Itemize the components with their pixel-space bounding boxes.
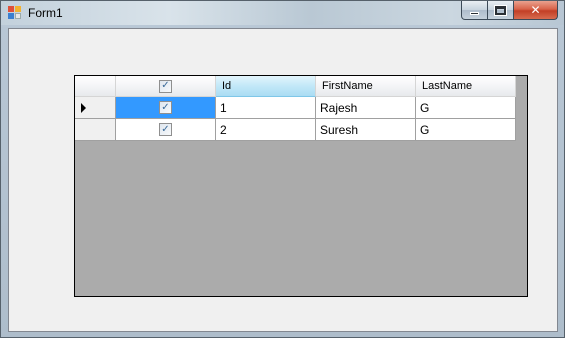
column-header-lastname[interactable]: LastName	[416, 76, 516, 97]
maximize-button[interactable]	[488, 1, 514, 20]
row-header[interactable]	[75, 119, 116, 141]
column-header-id[interactable]: Id	[216, 76, 316, 97]
window-title: Form1	[28, 6, 63, 20]
close-button[interactable]: ✕	[514, 1, 558, 20]
row-checkbox[interactable]: ✓	[159, 101, 172, 114]
check-icon: ✓	[161, 123, 170, 135]
row-header[interactable]	[75, 97, 116, 119]
cell-lastname[interactable]: G	[416, 97, 516, 119]
cell-firstname[interactable]: Rajesh	[316, 97, 416, 119]
check-icon: ✓	[161, 80, 170, 91]
current-row-arrow-icon	[81, 103, 86, 113]
grid-header-row: ✓ Id FirstName LastName	[75, 76, 516, 97]
window-controls: ✕	[461, 1, 558, 20]
select-all-checkbox[interactable]: ✓	[159, 79, 172, 93]
check-icon: ✓	[161, 101, 170, 113]
table-row[interactable]: ✓ 2 Suresh G	[75, 119, 516, 141]
column-header-select[interactable]: ✓	[116, 76, 216, 97]
minimize-icon	[470, 11, 479, 15]
row-select-cell[interactable]: ✓	[116, 119, 216, 141]
close-icon: ✕	[530, 3, 541, 17]
data-grid-view[interactable]: ✓ Id FirstName LastName ✓ 1 Rajesh G ✓ 2…	[74, 75, 528, 297]
minimize-button[interactable]	[461, 1, 488, 20]
table-row[interactable]: ✓ 1 Rajesh G	[75, 97, 516, 119]
maximize-icon	[495, 5, 506, 15]
row-checkbox[interactable]: ✓	[159, 123, 172, 136]
column-header-firstname[interactable]: FirstName	[316, 76, 416, 97]
form-client-area: ✓ Id FirstName LastName ✓ 1 Rajesh G ✓ 2…	[8, 28, 558, 332]
grid-top-left-header[interactable]	[75, 76, 116, 97]
cell-firstname[interactable]: Suresh	[316, 119, 416, 141]
app-window: Form1 ✕ ✓ Id FirstName LastName ✓ 1 Raje…	[0, 0, 565, 338]
cell-id[interactable]: 2	[216, 119, 316, 141]
cell-lastname[interactable]: G	[416, 119, 516, 141]
title-bar[interactable]: Form1 ✕	[1, 1, 564, 25]
cell-id[interactable]: 1	[216, 97, 316, 119]
row-select-cell[interactable]: ✓	[116, 97, 216, 119]
app-icon[interactable]	[8, 6, 22, 20]
